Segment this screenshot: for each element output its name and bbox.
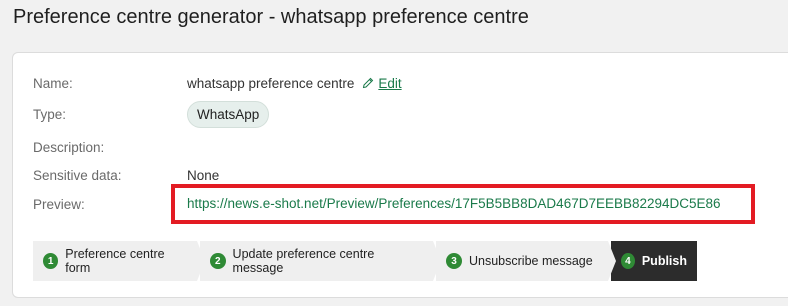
step-number-badge: 2 (210, 253, 226, 269)
name-label: Name: (33, 75, 73, 91)
step-number-badge: 3 (446, 253, 462, 269)
edit-link[interactable]: Edit (362, 75, 402, 91)
step-unsubscribe-message[interactable]: 3 Unsubscribe message (436, 241, 616, 281)
type-row: Type: WhatsApp (33, 100, 270, 128)
step-label: Unsubscribe message (469, 254, 593, 268)
workflow-steps: 1 Preference centre form 2 Update prefer… (33, 241, 700, 281)
page-title: Preference centre generator - whatsapp p… (13, 6, 529, 28)
sensitive-data-value: None (187, 167, 220, 183)
sensitive-data-row: Sensitive data: None (33, 165, 219, 185)
sensitive-data-label: Sensitive data: (33, 167, 122, 183)
preview-row: Preview: (33, 194, 187, 214)
type-label: Type: (33, 106, 67, 122)
step-preference-centre-form[interactable]: 1 Preference centre form (33, 241, 205, 281)
description-label: Description: (33, 139, 105, 155)
name-value: whatsapp preference centre (187, 75, 355, 91)
step-publish[interactable]: 4 Publish (611, 241, 697, 281)
pencil-icon (363, 77, 374, 89)
edit-link-label: Edit (378, 75, 402, 91)
preview-url-link[interactable]: https://news.e-shot.net/Preview/Preferen… (187, 196, 721, 211)
name-value-group: whatsapp preference centre Edit (187, 76, 402, 91)
step-label: Update preference centre message (232, 247, 375, 275)
name-row: Name: whatsapp preference centre Edit (33, 73, 402, 93)
preview-label: Preview: (33, 196, 85, 212)
preference-centre-details-card: Name: whatsapp preference centre Edit Ty… (12, 52, 788, 298)
step-label: Preference centre form (65, 247, 165, 275)
description-row: Description: (33, 137, 187, 157)
step-number-badge: 4 (621, 253, 635, 269)
step-label: Publish (641, 254, 687, 268)
step-update-preference-centre-message[interactable]: 2 Update preference centre message (200, 241, 441, 281)
type-badge: WhatsApp (187, 100, 270, 128)
step-number-badge: 1 (43, 253, 59, 269)
